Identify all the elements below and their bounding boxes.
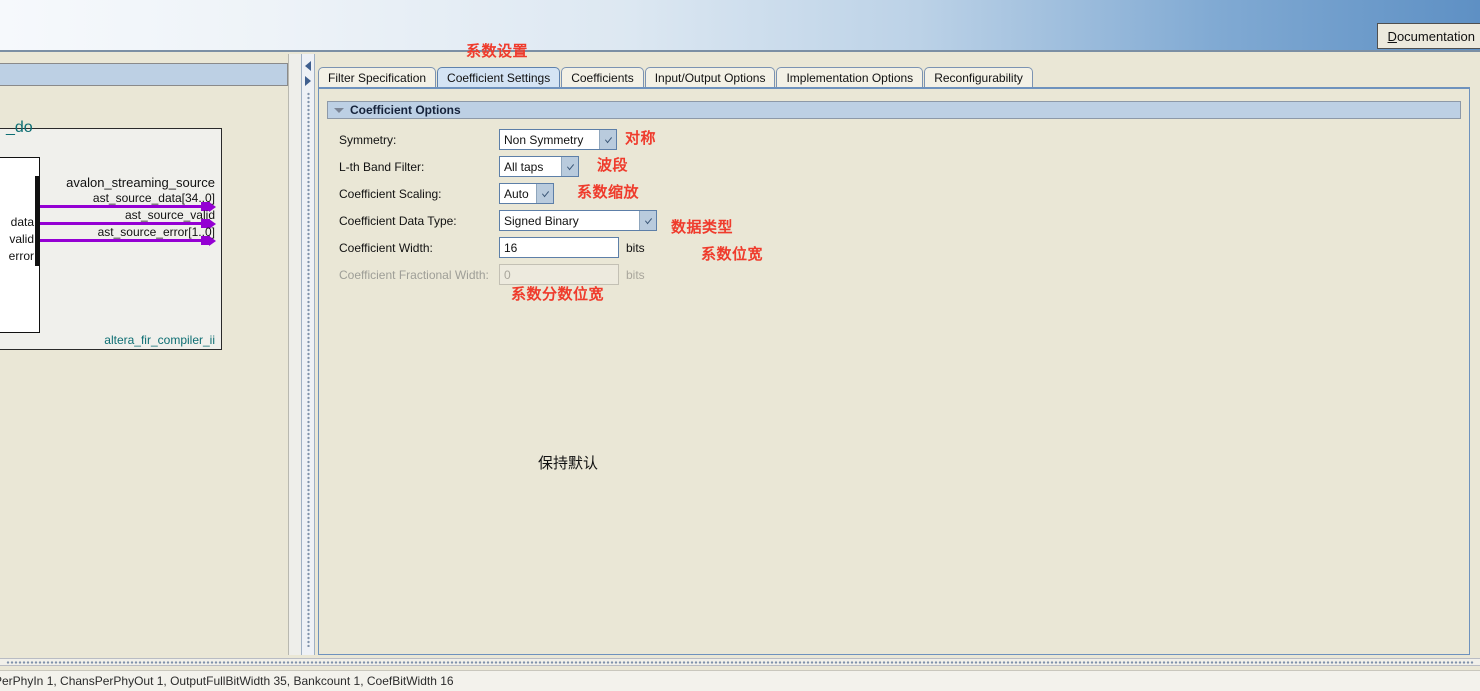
tab-input-output-options[interactable]: Input/Output Options [644,67,776,88]
splitter-grip-icon [6,661,1474,664]
port-label-error: error [8,249,34,263]
coefficient-fractional-width-unit: bits [626,267,645,282]
label-coefficient-fractional-width: Coefficient Fractional Width: [339,267,489,282]
coefficient-options-form: Symmetry: Non Symmetry L-th Band Filter:… [339,126,657,288]
application-window: Documentation 系数设置 data valid error aval… [0,0,1480,691]
coefficient-data-type-select[interactable]: Signed Binary [499,210,657,231]
annotation-coefficient-settings: 系数设置 [466,42,529,60]
status-bar: PerPhyIn 1, ChansPerPhyOut 1, OutputFull… [0,670,1480,691]
signal-label-data: ast_source_data[34..0] [92,191,215,205]
coefficient-data-type-value: Signed Binary [504,213,579,228]
block-diagram-panel: data valid error avalon_streaming_source… [0,54,290,655]
lth-band-filter-value: All taps [504,159,544,174]
coefficient-width-value: 16 [504,240,518,255]
annotation-band: 波段 [597,156,629,174]
documentation-label: ocumentation [1396,28,1475,44]
tab-strip: Filter Specification Coefficient Setting… [318,66,1468,88]
collapse-left-icon[interactable] [305,61,311,71]
annotation-keep-default: 保持默认 [538,454,599,472]
coefficient-fractional-width-input: 0 [499,264,619,285]
left-panel-scrollbar[interactable] [288,54,301,655]
annotation-datatype: 数据类型 [671,218,734,236]
tab-coefficients[interactable]: Coefficients [561,67,644,88]
collapse-right-icon[interactable] [305,76,311,86]
horizontal-splitter[interactable] [0,658,1480,666]
bus-line-error [40,239,209,242]
group-title: Coefficient Options [350,103,461,117]
diagram-panel-header [0,63,288,86]
coefficient-fractional-width-value: 0 [504,267,511,282]
symmetry-value: Non Symmetry [504,132,584,147]
label-lth-band-filter: L-th Band Filter: [339,159,425,174]
row-coefficient-data-type: Coefficient Data Type: Signed Binary [339,207,657,234]
label-coefficient-data-type: Coefficient Data Type: [339,213,457,228]
port-label-data: data [10,215,34,229]
coefficient-width-input[interactable]: 16 [499,237,619,258]
status-bar-text: PerPhyIn 1, ChansPerPhyOut 1, OutputFull… [0,674,454,688]
row-coefficient-fractional-width: Coefficient Fractional Width: 0 bits [339,261,657,288]
core-name-label: altera_fir_compiler_ii [104,333,215,347]
annotation-coefwidth: 系数位宽 [701,245,764,263]
coefficient-options-group-header[interactable]: Coefficient Options [327,101,1461,119]
chevron-down-icon[interactable] [561,157,578,176]
title-banner: Documentation [0,0,1480,52]
coefficient-settings-panel: Coefficient Options Symmetry: Non Symmet… [318,87,1470,655]
annotation-symmetry: 对称 [625,129,657,147]
tab-coefficient-settings[interactable]: Coefficient Settings [437,67,561,88]
row-symmetry: Symmetry: Non Symmetry [339,126,657,153]
coefficient-scaling-value: Auto [504,186,529,201]
signal-label-valid: ast_source_valid [124,208,215,222]
signal-label-error: ast_source_error[1..0] [97,225,215,239]
diagram-top-label: _do [6,119,33,136]
label-coefficient-scaling: Coefficient Scaling: [339,186,442,201]
tab-label: Coefficients [571,71,634,85]
lth-band-filter-select[interactable]: All taps [499,156,579,177]
coefficient-width-unit: bits [626,240,645,255]
label-symmetry: Symmetry: [339,132,397,147]
tab-label: Reconfigurability [934,71,1023,85]
tab-label: Input/Output Options [654,71,766,85]
annotation-fracwidth: 系数分数位宽 [511,285,605,303]
block-diagram-module: data valid error [0,157,40,333]
chevron-down-icon[interactable] [639,211,656,230]
block-diagram: data valid error avalon_streaming_source… [0,128,222,350]
documentation-mnemonic: D [1387,28,1397,44]
tab-label: Filter Specification [328,71,427,85]
chevron-down-icon[interactable] [599,130,616,149]
vertical-splitter[interactable] [301,54,315,655]
label-coefficient-width: Coefficient Width: [339,240,433,255]
tab-label: Implementation Options [786,71,914,85]
tab-reconfigurability[interactable]: Reconfigurability [924,67,1033,88]
port-label-valid: valid [9,232,34,246]
documentation-button[interactable]: Documentation [1376,23,1480,49]
tab-filter-specification[interactable]: Filter Specification [318,67,437,88]
row-coefficient-width: Coefficient Width: 16 bits [339,234,657,261]
symmetry-select[interactable]: Non Symmetry [499,129,617,150]
coefficient-scaling-select[interactable]: Auto [499,183,554,204]
splitter-grip-icon [307,92,310,647]
collapse-triangle-icon[interactable] [334,107,344,113]
chevron-down-icon[interactable] [536,184,553,203]
tab-implementation-options[interactable]: Implementation Options [776,67,924,88]
tab-label: Coefficient Settings [447,71,551,85]
avalon-group-label: avalon_streaming_source [66,175,215,190]
annotation-scaling: 系数缩放 [577,183,640,201]
